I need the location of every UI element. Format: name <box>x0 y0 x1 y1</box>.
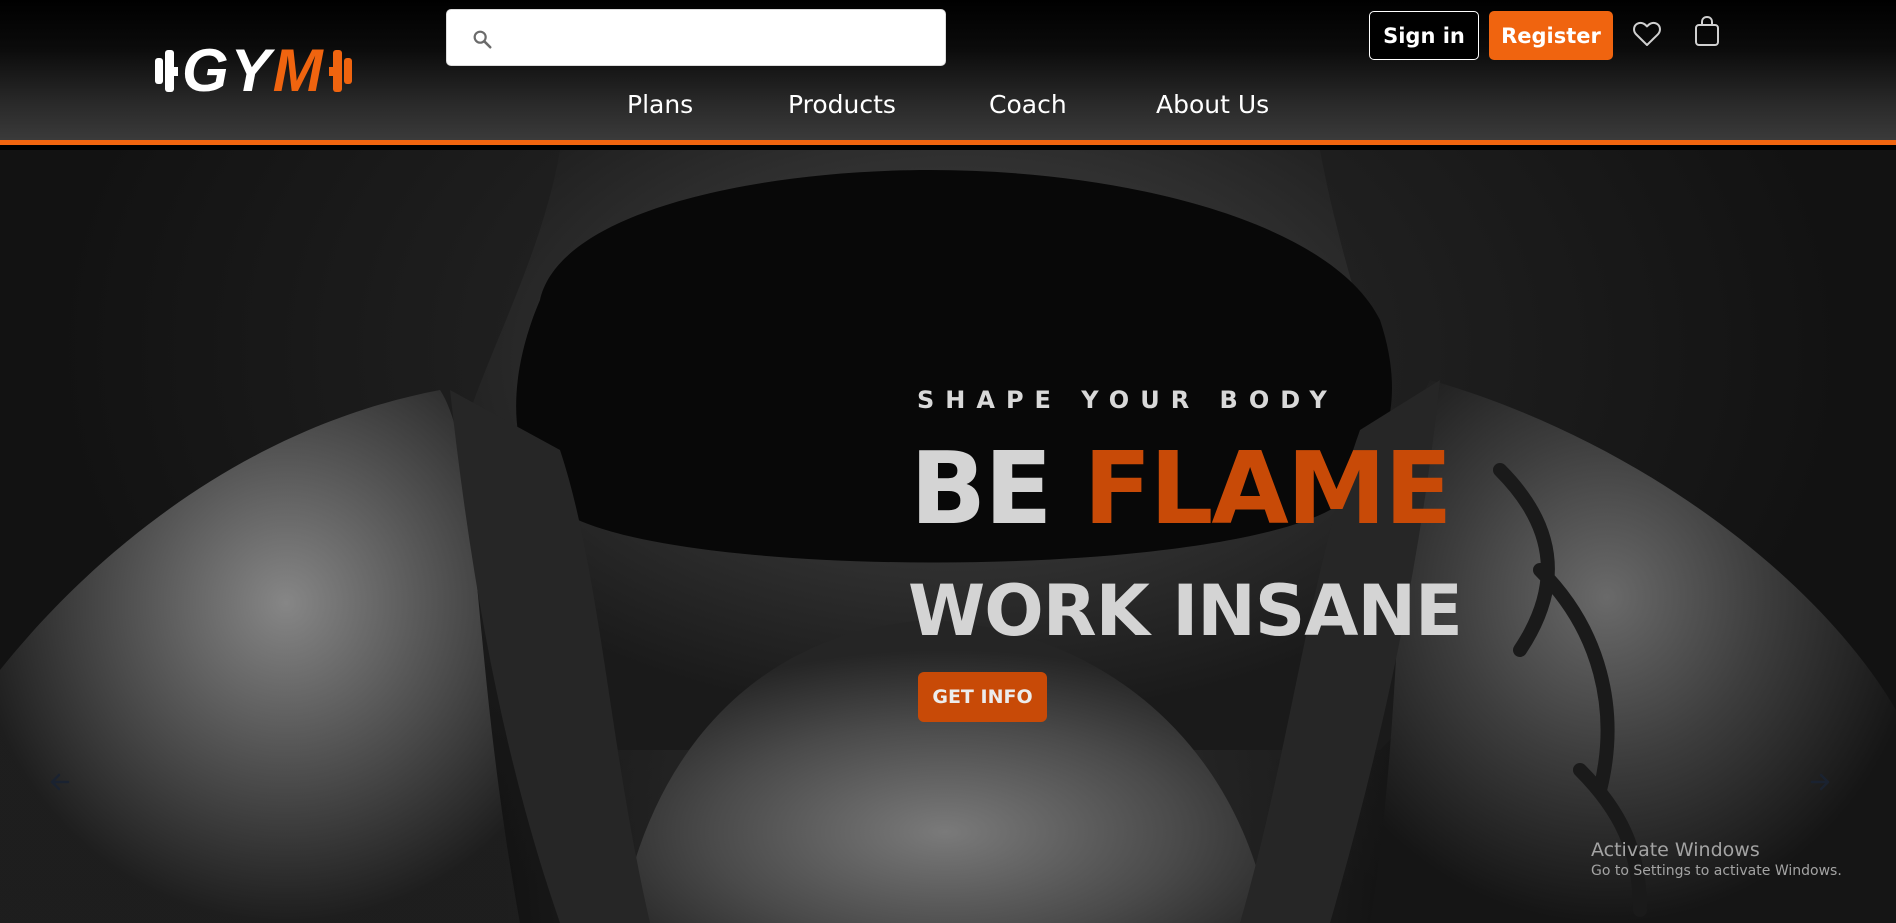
gym-logo[interactable]: GYM <box>155 37 409 104</box>
dumbbell-right-icon <box>328 50 352 92</box>
dumbbell-left-icon <box>155 50 178 92</box>
watermark-title: Activate Windows <box>1591 839 1760 861</box>
nav-item-plans[interactable]: Plans <box>627 90 693 119</box>
hero-headline: BE FLAME <box>910 430 1453 547</box>
search-input[interactable] <box>509 18 929 58</box>
get-info-button[interactable]: GET INFO <box>918 672 1047 722</box>
logo-wordmark: GYM <box>182 37 325 104</box>
heart-icon[interactable] <box>1632 20 1662 48</box>
windows-activation-watermark: Activate Windows Go to Settings to activ… <box>1591 839 1842 879</box>
watermark-subtitle: Go to Settings to activate Windows. <box>1591 863 1842 879</box>
shopping-bag-icon[interactable] <box>1694 15 1720 47</box>
arrow-right-icon[interactable] <box>1808 770 1832 794</box>
nav-item-products[interactable]: Products <box>788 90 896 119</box>
hero-banner: SHAPE YOUR BODY BE FLAME WORK INSANE GET… <box>0 150 1896 923</box>
nav-item-coach[interactable]: Coach <box>989 90 1067 119</box>
headline-word-flame: FLAME <box>1083 430 1452 547</box>
sign-in-button[interactable]: Sign in <box>1369 11 1479 60</box>
headline-word-be: BE <box>910 430 1053 547</box>
site-header: GYM Plans Products Coach About Us Sign i… <box>0 0 1896 145</box>
hero-tagline: SHAPE YOUR BODY <box>917 386 1338 414</box>
nav-item-about-us[interactable]: About Us <box>1156 90 1269 119</box>
search-box[interactable] <box>446 9 946 66</box>
hero-subheadline: WORK INSANE <box>908 570 1463 652</box>
arrow-left-icon[interactable] <box>48 770 72 794</box>
search-icon[interactable] <box>471 28 493 50</box>
register-button[interactable]: Register <box>1489 11 1613 60</box>
